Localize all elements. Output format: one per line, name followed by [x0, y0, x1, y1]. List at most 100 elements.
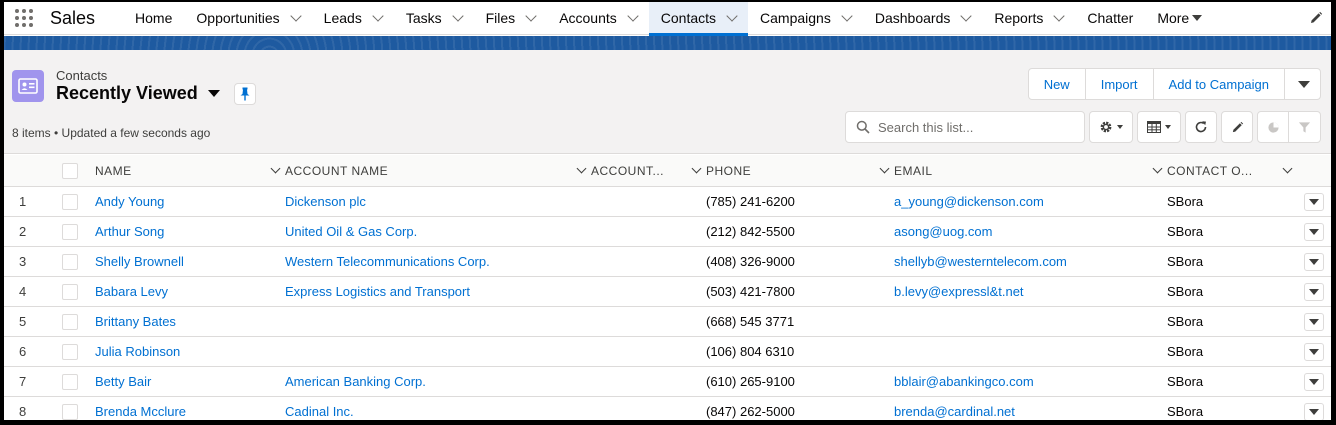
email-link[interactable]: bblair@abankingco.com — [894, 374, 1034, 389]
row-actions-button[interactable] — [1304, 252, 1324, 271]
refresh-icon — [1195, 121, 1207, 133]
contact-name-link[interactable]: Arthur Song — [95, 224, 164, 239]
account-name-link[interactable]: Western Telecommunications Corp. — [285, 254, 490, 269]
list-settings-button[interactable] — [1089, 111, 1133, 143]
column-header-account-name[interactable]: ACCOUNT NAME — [285, 155, 591, 187]
nav-item-accounts[interactable]: Accounts — [547, 2, 649, 35]
chevron-down-icon[interactable] — [270, 163, 281, 174]
column-header-name[interactable]: NAME — [95, 155, 285, 187]
select-all-checkbox[interactable] — [62, 162, 78, 179]
row-actions-button[interactable] — [1304, 372, 1324, 391]
chevron-down-icon[interactable] — [576, 163, 587, 174]
phone-cell: (408) 326-9000 — [706, 254, 795, 269]
contact-name-link[interactable]: Andy Young — [95, 194, 164, 209]
account-name-link[interactable]: Express Logistics and Transport — [285, 284, 470, 299]
contact-name-link[interactable]: Betty Bair — [95, 374, 151, 389]
caret-down-icon — [1309, 258, 1319, 265]
nav-item-dashboards[interactable]: Dashboards — [863, 2, 983, 35]
new-button[interactable]: New — [1029, 69, 1086, 99]
pin-button[interactable] — [234, 83, 256, 105]
row-actions-button[interactable] — [1304, 282, 1324, 301]
search-input[interactable] — [878, 119, 1068, 135]
nav-item-leads[interactable]: Leads — [312, 2, 394, 35]
contact-owner-cell: SBora — [1167, 194, 1204, 209]
chevron-down-icon[interactable] — [726, 9, 738, 22]
nav-item-files[interactable]: Files — [474, 2, 548, 35]
filter-button[interactable] — [1289, 112, 1320, 142]
pin-icon — [240, 87, 250, 101]
nav-item-home[interactable]: Home — [123, 2, 184, 35]
add-to-campaign-button[interactable]: Add to Campaign — [1154, 69, 1285, 99]
inline-edit-button[interactable] — [1221, 111, 1253, 143]
column-header-account-other[interactable]: ACCOUNT... — [591, 155, 706, 187]
row-checkbox[interactable] — [62, 313, 78, 330]
chart-button[interactable] — [1258, 112, 1290, 142]
row-checkbox[interactable] — [62, 283, 78, 300]
row-actions-button[interactable] — [1304, 402, 1324, 420]
chevron-down-icon[interactable] — [525, 9, 537, 22]
row-checkbox[interactable] — [62, 403, 78, 420]
contact-name-link[interactable]: Brenda Mcclure — [95, 404, 186, 419]
chevron-down-icon[interactable] — [841, 9, 853, 22]
row-actions-button[interactable] — [1304, 312, 1324, 331]
column-header-contact-owner[interactable]: CONTACT O... — [1167, 155, 1297, 187]
waffle-icon[interactable] — [4, 2, 44, 35]
import-button[interactable]: Import — [1086, 69, 1154, 99]
row-actions-button[interactable] — [1304, 222, 1324, 241]
chevron-down-icon[interactable] — [1152, 163, 1163, 174]
chevron-down-icon[interactable] — [1053, 9, 1066, 22]
chevron-down-icon[interactable] — [627, 9, 639, 22]
column-header-phone[interactable]: PHONE — [706, 155, 894, 187]
row-checkbox[interactable] — [62, 193, 78, 210]
chevron-down-icon[interactable] — [960, 9, 973, 22]
nav-item-contacts[interactable]: Contacts — [648, 2, 749, 36]
refresh-button[interactable] — [1185, 111, 1217, 143]
chevron-down-icon[interactable] — [372, 9, 384, 22]
chevron-down-icon[interactable] — [1282, 163, 1293, 174]
email-link[interactable]: asong@uog.com — [894, 224, 992, 239]
row-actions-button[interactable] — [1304, 192, 1324, 211]
account-name-link[interactable]: Dickenson plc — [285, 194, 366, 209]
pencil-icon[interactable] — [1309, 11, 1323, 25]
column-header-email[interactable]: EMAIL — [894, 155, 1167, 187]
list-view-selector[interactable]: Recently Viewed — [56, 83, 220, 104]
contact-name-link[interactable]: Shelly Brownell — [95, 254, 184, 269]
chevron-down-icon[interactable] — [290, 9, 302, 22]
email-link[interactable]: a_young@dickenson.com — [894, 194, 1044, 209]
row-number: 4 — [19, 284, 27, 299]
nav-item-reports[interactable]: Reports — [982, 2, 1075, 35]
account-name-link[interactable]: Cadinal Inc. — [285, 404, 354, 419]
nav-item-campaigns[interactable]: Campaigns — [748, 2, 863, 35]
nav-item-label: Chatter — [1087, 10, 1134, 26]
contact-name-link[interactable]: Brittany Bates — [95, 314, 176, 329]
filter-icon — [1298, 121, 1311, 133]
row-actions-button[interactable] — [1304, 342, 1324, 361]
row-number: 8 — [19, 404, 27, 419]
nav-item-label: Tasks — [405, 10, 442, 26]
table-row: 2 Arthur Song United Oil & Gas Corp. (212) … — [4, 217, 1331, 247]
email-link[interactable]: b.levy@expressl&t.net — [894, 284, 1024, 299]
row-checkbox[interactable] — [62, 253, 78, 270]
chevron-down-icon[interactable] — [691, 163, 702, 174]
row-checkbox[interactable] — [62, 343, 78, 360]
nav-more[interactable]: More — [1145, 2, 1214, 35]
nav-item-opportunities[interactable]: Opportunities — [184, 2, 311, 35]
account-name-link[interactable]: United Oil & Gas Corp. — [285, 224, 417, 239]
row-checkbox[interactable] — [62, 373, 78, 390]
gear-icon — [1100, 121, 1112, 133]
contact-name-link[interactable]: Babara Levy — [95, 284, 168, 299]
more-actions-button[interactable] — [1285, 69, 1320, 99]
display-as-button[interactable] — [1137, 111, 1181, 143]
caret-down-icon — [1309, 198, 1319, 205]
email-link[interactable]: brenda@cardinal.net — [894, 404, 1015, 419]
nav-item-label: Reports — [994, 10, 1044, 26]
chevron-down-icon[interactable] — [879, 163, 890, 174]
account-name-link[interactable]: American Banking Corp. — [285, 374, 426, 389]
chevron-down-icon[interactable] — [451, 9, 464, 22]
contact-name-link[interactable]: Julia Robinson — [95, 344, 180, 359]
nav-item-tasks[interactable]: Tasks — [394, 2, 474, 35]
nav-item-label: Leads — [323, 10, 362, 26]
row-checkbox[interactable] — [62, 223, 78, 240]
nav-item-chatter[interactable]: Chatter — [1075, 2, 1145, 35]
email-link[interactable]: shellyb@westerntelecom.com — [894, 254, 1067, 269]
